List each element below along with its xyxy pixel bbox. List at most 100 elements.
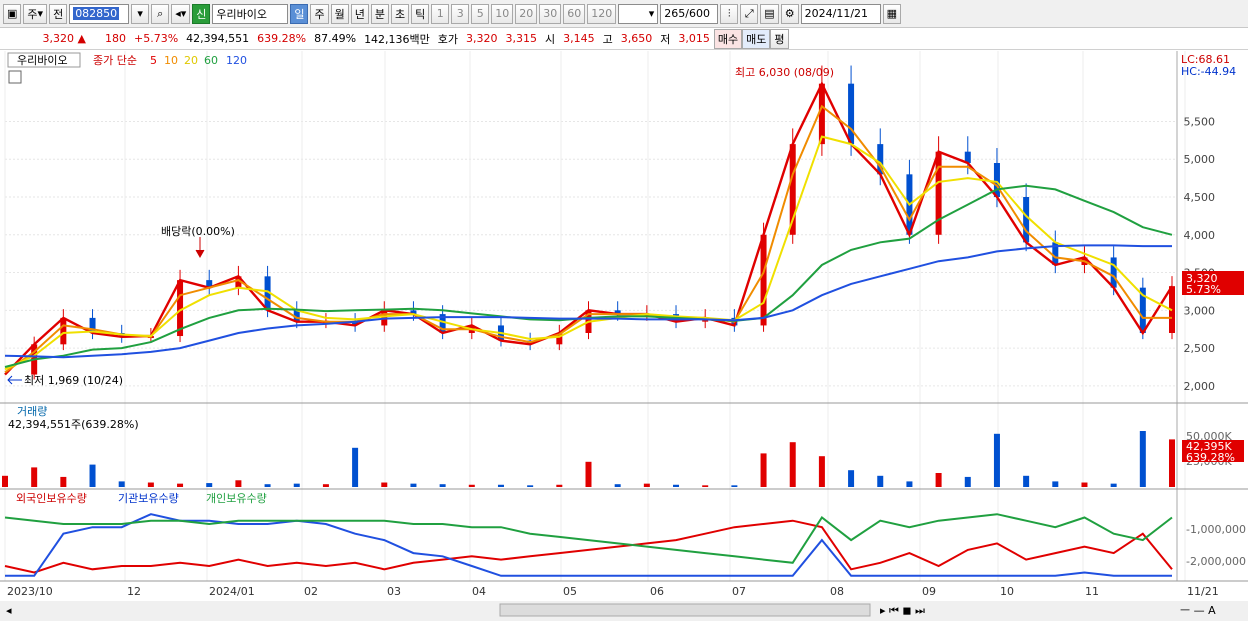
interval-20[interactable]: 20	[515, 3, 538, 24]
code-dropdown-icon[interactable]: ▾	[131, 3, 150, 24]
period-month[interactable]: 월	[330, 3, 349, 24]
volume-bar	[556, 484, 563, 487]
volume-bar	[60, 476, 67, 487]
volume-bar	[322, 484, 329, 487]
stock-chart[interactable]: 2,0002,5003,0003,5004,0004,5005,0005,500…	[0, 51, 1248, 621]
y-tick-label: 5,500	[1184, 115, 1216, 128]
volume-bar	[906, 481, 913, 487]
count-total: /600	[685, 7, 710, 20]
stock-name: 우리바이오	[212, 3, 289, 24]
y-tick-label: 4,500	[1184, 191, 1216, 204]
period-day[interactable]: 일	[290, 3, 309, 24]
volume-bar	[964, 476, 971, 487]
gear-icon[interactable]: ⚙	[780, 3, 799, 24]
volume-bar	[1110, 483, 1117, 487]
zoom-icons[interactable]: ㅡ — A	[1180, 604, 1216, 617]
period-second[interactable]: 초	[390, 3, 410, 24]
volume-bar	[993, 433, 1000, 487]
market-label: 주	[27, 7, 38, 21]
interval-3[interactable]: 3	[451, 3, 470, 24]
calendar-icon[interactable]: ▦	[882, 3, 902, 24]
count-shown: 265	[664, 7, 686, 20]
volume-bar	[410, 483, 417, 487]
x-tick-label: 06	[650, 585, 664, 598]
volume-bar	[206, 483, 213, 487]
low-arrow-icon	[7, 375, 22, 385]
code-input[interactable]: 082850	[69, 3, 130, 24]
period-week[interactable]: 주	[310, 3, 329, 24]
x-tick-label: 10	[1000, 585, 1014, 598]
prev-button[interactable]: 전	[49, 3, 68, 24]
market-select[interactable]: 주 ▾	[23, 3, 48, 24]
volume-bar	[89, 464, 96, 487]
date-input[interactable]: 2024/11/21	[800, 3, 881, 24]
interval-120[interactable]: 120	[587, 3, 617, 24]
interval-60[interactable]: 60	[563, 3, 586, 24]
holdings-indiv-label: 개인보유수량	[206, 492, 267, 505]
volume-tag-pct: 639.28%	[1186, 451, 1235, 464]
holdings-0-line	[4, 519, 1173, 574]
volume-bar	[1023, 475, 1030, 487]
x-tick-label: 2024/01	[209, 585, 255, 598]
count-input[interactable]: 265/600	[660, 3, 719, 24]
layout-icon[interactable]: ▣	[3, 3, 22, 24]
buy-button[interactable]: 매수	[713, 28, 743, 49]
volume-bar	[439, 484, 446, 487]
y-tick-label: 2,500	[1184, 342, 1216, 355]
eval-button[interactable]: 평	[770, 28, 789, 49]
price-tag-pct: 5.73%	[1186, 283, 1221, 296]
volume-bar	[702, 485, 709, 487]
y-tick-label: 2,000	[1184, 380, 1216, 393]
period-year[interactable]: 년	[350, 3, 369, 24]
interval-custom-select[interactable]: ▾	[618, 3, 659, 24]
volume-bar	[293, 483, 300, 487]
volume-bar	[643, 483, 650, 487]
scroll-right-icon[interactable]: ▸ ⏮ ◼ ⏭	[880, 604, 925, 617]
candle-body	[760, 234, 767, 326]
low-label: 저	[660, 32, 671, 46]
change-value: 180	[105, 32, 126, 45]
low-price: 3,015	[678, 32, 710, 45]
speaker-icon[interactable]: ◂▾	[171, 3, 191, 24]
y-tick-label: 4,000	[1184, 229, 1216, 242]
interval-10[interactable]: 10	[491, 3, 514, 24]
volume-bar	[848, 470, 855, 487]
turnover-rate: 87.49%	[314, 32, 357, 45]
hoga-label: 호가	[437, 32, 459, 46]
interval-1[interactable]: 1	[431, 3, 450, 24]
period-tick[interactable]: 틱	[411, 3, 430, 24]
volume-title: 거래량	[17, 405, 47, 418]
x-tick-label: 02	[304, 585, 318, 598]
sell-button[interactable]: 매도	[742, 28, 771, 49]
volume-bar	[1169, 439, 1175, 487]
save-icon[interactable]: ▤	[760, 3, 779, 24]
volume-bar	[147, 482, 154, 487]
legend-ma10: 10	[164, 54, 178, 67]
volume-bar	[731, 485, 738, 487]
legend-stock-name: 우리바이오	[17, 54, 68, 67]
period-minute[interactable]: 분	[370, 3, 389, 24]
scroll-left-icon[interactable]: ◂	[6, 604, 12, 617]
legend-ma60: 60	[204, 54, 218, 67]
price-value: 3,320	[42, 32, 75, 45]
candle-type-icon[interactable]: ⫶	[720, 3, 739, 24]
scroll-thumb[interactable]	[499, 603, 871, 617]
holdings-1-line	[5, 513, 1172, 577]
volume-bar	[673, 484, 680, 487]
x-tick-label: 11	[1085, 585, 1099, 598]
volume-bar	[789, 442, 796, 487]
volume-bar	[935, 473, 942, 487]
legend-ma5: 5	[150, 54, 157, 67]
volume-bar	[468, 484, 475, 487]
volume-bar	[264, 484, 271, 487]
table-icon[interactable]	[8, 70, 22, 84]
draw-tool-icon[interactable]: ⤢	[740, 3, 759, 24]
holdings-inst-label: 기관보유수량	[118, 492, 179, 505]
x-tick-label: 05	[563, 585, 577, 598]
interval-30[interactable]: 30	[539, 3, 562, 24]
candle-body	[993, 163, 1000, 197]
candles	[31, 65, 1175, 380]
change-pct: +5.73%	[134, 32, 179, 45]
search-icon[interactable]: ⌕	[151, 3, 170, 24]
interval-5[interactable]: 5	[471, 3, 490, 24]
